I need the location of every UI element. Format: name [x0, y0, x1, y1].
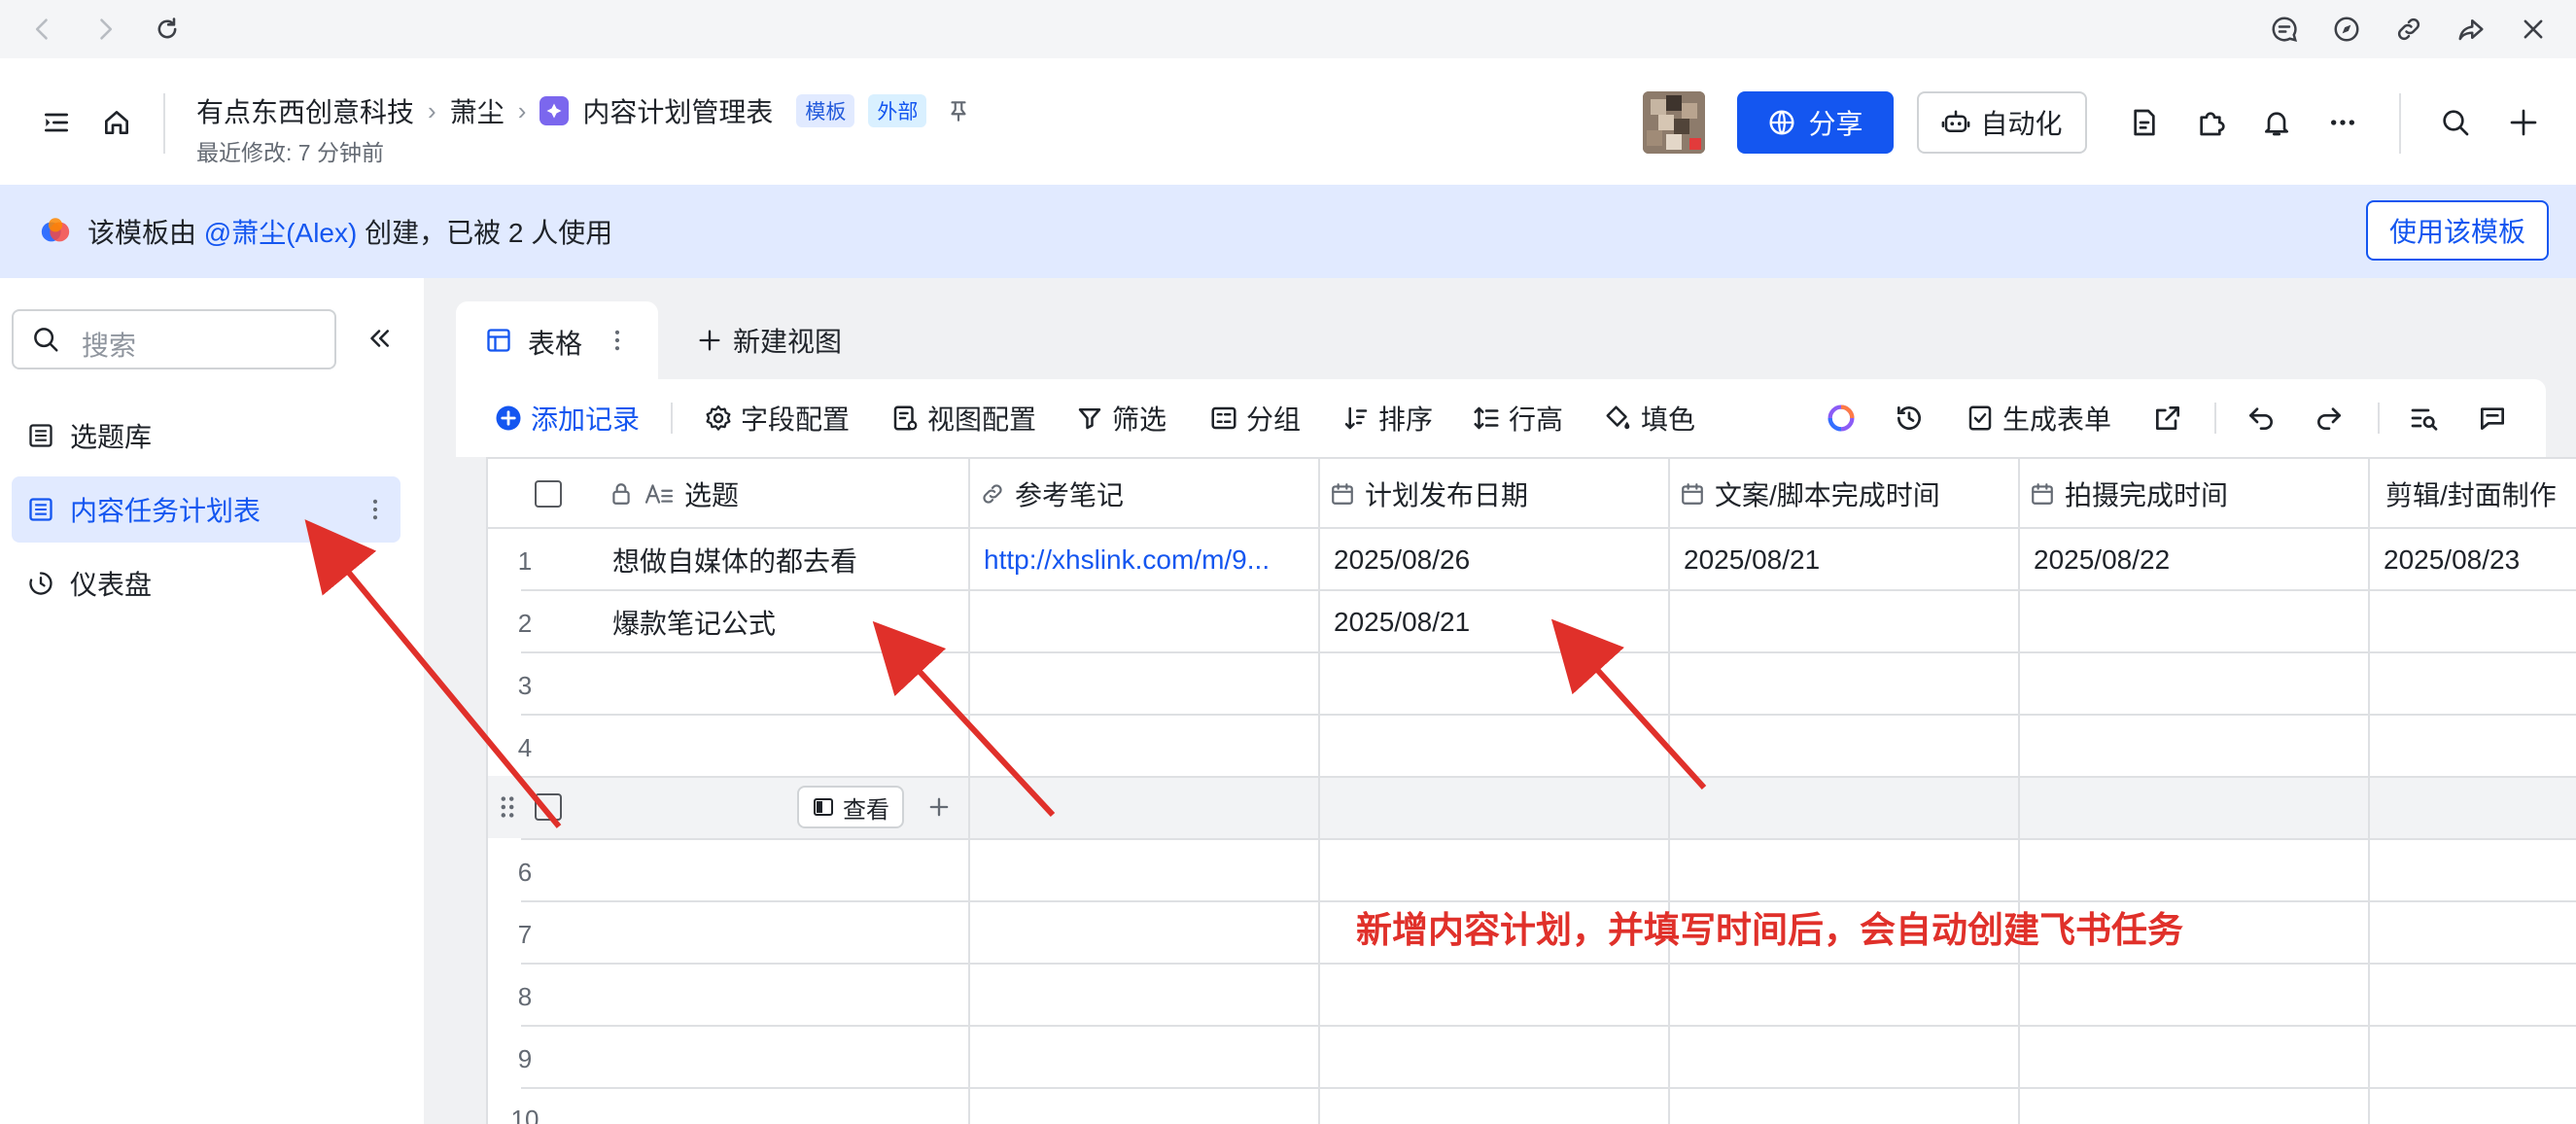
annotation-arrows: [304, 519, 1707, 828]
annotation-arrow-date: [1550, 618, 1707, 790]
annotation-arrow-topic: [872, 620, 1056, 818]
annotation-caption: 新增内容计划，并填写时间后，会自动创建飞书任务: [1356, 910, 2183, 950]
annotation-arrow-sidebar: [304, 519, 562, 828]
